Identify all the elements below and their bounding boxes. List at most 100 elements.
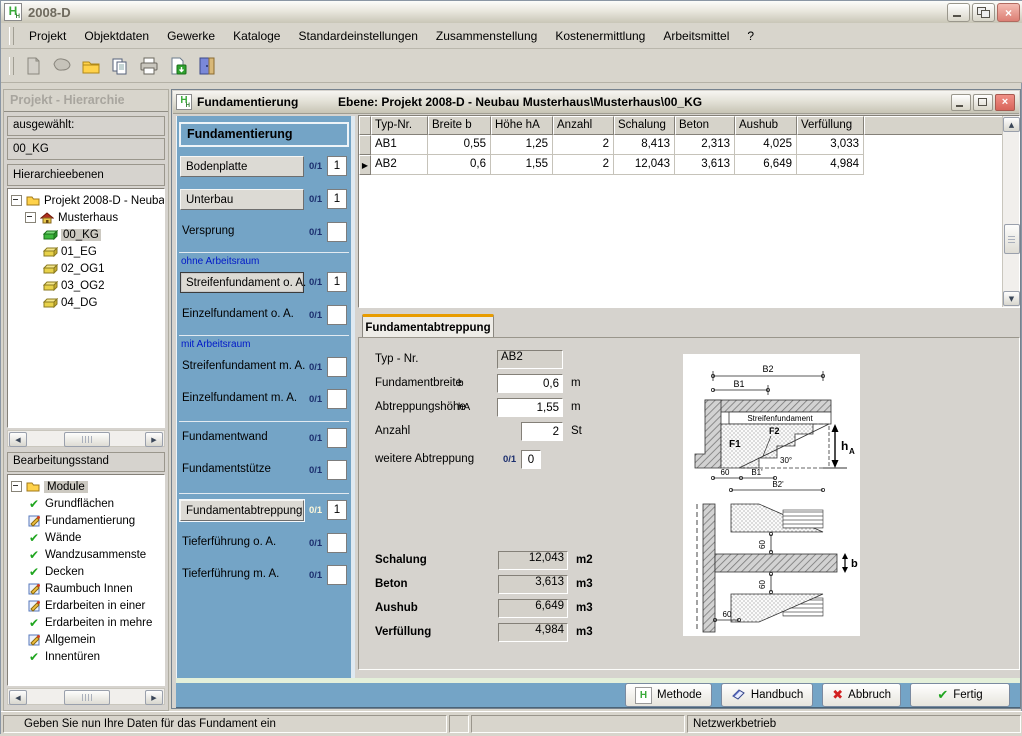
count-field[interactable] [327, 357, 347, 377]
diagram-label-60: 60 [721, 468, 730, 477]
tree-item-module[interactable]: Raumbuch Innen [8, 580, 164, 597]
export-icon[interactable] [165, 53, 191, 79]
column-header[interactable]: Beton [675, 116, 735, 135]
column-header[interactable]: Breite b [428, 116, 491, 135]
tree-item-module[interactable]: ✔ Innentüren [8, 648, 164, 665]
unterbau-button[interactable]: Unterbau [180, 189, 304, 210]
tree-item-module[interactable]: ✔ Erdarbeiten in mehre [8, 614, 164, 631]
column-header[interactable]: Aushub [735, 116, 797, 135]
table-vscrollbar[interactable]: ▲ ▼ [1002, 116, 1019, 307]
minimize-button[interactable] [947, 3, 970, 22]
tree-item-module[interactable]: ✔ Decken [8, 563, 164, 580]
cell-typnr[interactable]: AB2 [371, 155, 428, 175]
modules-tree-hscrollbar[interactable]: ◀ ▶ [7, 688, 165, 705]
count-field[interactable] [327, 389, 347, 409]
tree-item-level-00kg[interactable]: 00_KG [8, 226, 164, 243]
menu-help[interactable]: ? [738, 25, 763, 47]
tree-item-level-04dg[interactable]: 04_DG [8, 294, 164, 311]
methode-button[interactable]: H Methode [625, 683, 712, 707]
scroll-right-button[interactable]: ▶ [145, 432, 163, 447]
scroll-left-button[interactable]: ◀ [9, 432, 27, 447]
fertig-button[interactable]: ✔ Fertig [910, 683, 1010, 707]
tree-item-module[interactable]: Erdarbeiten in einer [8, 597, 164, 614]
menu-standardeinstellungen[interactable]: Standardeinstellungen [289, 25, 426, 47]
selected-label: ausgewählt: [7, 116, 165, 136]
tree-item-level-03og2[interactable]: 03_OG2 [8, 277, 164, 294]
scroll-up-button[interactable]: ▲ [1003, 117, 1020, 132]
restore-button[interactable] [972, 3, 995, 22]
close-button[interactable]: × [997, 3, 1020, 22]
inner-close-button[interactable]: × [995, 94, 1015, 111]
menu-kataloge[interactable]: Kataloge [224, 25, 289, 47]
weitere-abtreppung-input[interactable] [521, 450, 541, 469]
scroll-right-button[interactable]: ▶ [145, 690, 163, 705]
project-hierarchy-panel: Projekt - Hierarchie ausgewählt: 00_KG H… [3, 89, 169, 711]
tree-item-building[interactable]: Musterhaus [8, 209, 164, 226]
menu-arbeitsmittel[interactable]: Arbeitsmittel [654, 25, 738, 47]
count-field[interactable]: 1 [327, 189, 347, 209]
column-header[interactable]: Verfüllung [797, 116, 864, 135]
cell-typnr[interactable]: AB1 [371, 135, 428, 155]
new-document-icon[interactable] [20, 53, 46, 79]
handbuch-button[interactable]: Handbuch [721, 683, 813, 707]
anzahl-input[interactable] [521, 422, 563, 441]
abbruch-button[interactable]: ✖ Abbruch [822, 683, 901, 707]
open-folder-icon[interactable] [78, 53, 104, 79]
inner-maximize-button[interactable] [973, 94, 993, 111]
count-field[interactable] [327, 565, 347, 585]
scroll-thumb[interactable] [64, 690, 110, 705]
tree-item-level-01eg[interactable]: 01_EG [8, 243, 164, 260]
open-project-icon[interactable] [49, 53, 75, 79]
scroll-thumb[interactable] [64, 432, 110, 447]
count-field[interactable]: 1 [327, 500, 347, 520]
exit-door-icon[interactable] [194, 53, 220, 79]
inner-minimize-button[interactable] [951, 94, 971, 111]
fundamentbreite-input[interactable] [497, 374, 563, 393]
nav-item-fundamentwand: Fundamentwand 0/1 [180, 428, 351, 449]
count-field[interactable] [327, 305, 347, 325]
column-header[interactable]: Anzahl [553, 116, 614, 135]
column-header[interactable]: Typ-Nr. [371, 116, 428, 135]
tree-item-project[interactable]: Projekt 2008-D - Neubau [8, 192, 164, 209]
tree-item-module[interactable]: Allgemein [8, 631, 164, 648]
collapse-icon[interactable] [11, 481, 22, 492]
count-field[interactable] [327, 533, 347, 553]
tab-fundamentabtreppung[interactable]: Fundamentabtreppung [362, 314, 494, 338]
menu-kostenermittlung[interactable]: Kostenermittlung [546, 25, 654, 47]
tree-item-level-02og1[interactable]: 02_OG1 [8, 260, 164, 277]
column-header[interactable]: Höhe hA [491, 116, 553, 135]
tree-item-module[interactable]: ✔ Grundflächen [8, 495, 164, 512]
count-field[interactable]: 1 [327, 272, 347, 292]
scroll-thumb[interactable] [1004, 224, 1020, 254]
typnr-field: AB2 [497, 350, 563, 369]
column-header[interactable]: Schalung [614, 116, 675, 135]
menu-zusammenstellung[interactable]: Zusammenstellung [427, 25, 546, 47]
collapse-icon[interactable] [11, 195, 22, 206]
scroll-down-button[interactable]: ▼ [1003, 291, 1020, 306]
tree-item-module[interactable]: Fundamentierung [8, 512, 164, 529]
streifenfundament-oa-button[interactable]: Streifenfundament o. A. [180, 272, 304, 293]
fundamentabtreppung-button[interactable]: Fundamentabtreppung [180, 500, 304, 521]
collapse-icon[interactable] [25, 212, 36, 223]
diagram-label-f1: F1 [729, 439, 741, 450]
abtreppungshoehe-input[interactable] [497, 398, 563, 417]
menu-projekt[interactable]: Projekt [20, 25, 75, 47]
bodenplatte-button[interactable]: Bodenplatte [180, 156, 304, 177]
hierarchy-tree-hscrollbar[interactable]: ◀ ▶ [7, 430, 165, 447]
tree-item-module-root[interactable]: Module [8, 478, 164, 495]
level-yellow-icon [42, 281, 58, 291]
tree-item-module[interactable]: ✔ Wände [8, 529, 164, 546]
count-field[interactable] [327, 460, 347, 480]
tree-item-module[interactable]: ✔ Wandzusammenste [8, 546, 164, 563]
count-field[interactable] [327, 222, 347, 242]
print-icon[interactable] [136, 53, 162, 79]
copy-icon[interactable] [107, 53, 133, 79]
menu-objektdaten[interactable]: Objektdaten [75, 25, 158, 47]
scroll-left-button[interactable]: ◀ [9, 690, 27, 705]
divider [179, 252, 349, 253]
level-yellow-icon [42, 298, 58, 308]
menu-gewerke[interactable]: Gewerke [158, 25, 224, 47]
toolbar [1, 49, 1022, 83]
count-field[interactable]: 1 [327, 156, 347, 176]
count-field[interactable] [327, 428, 347, 448]
